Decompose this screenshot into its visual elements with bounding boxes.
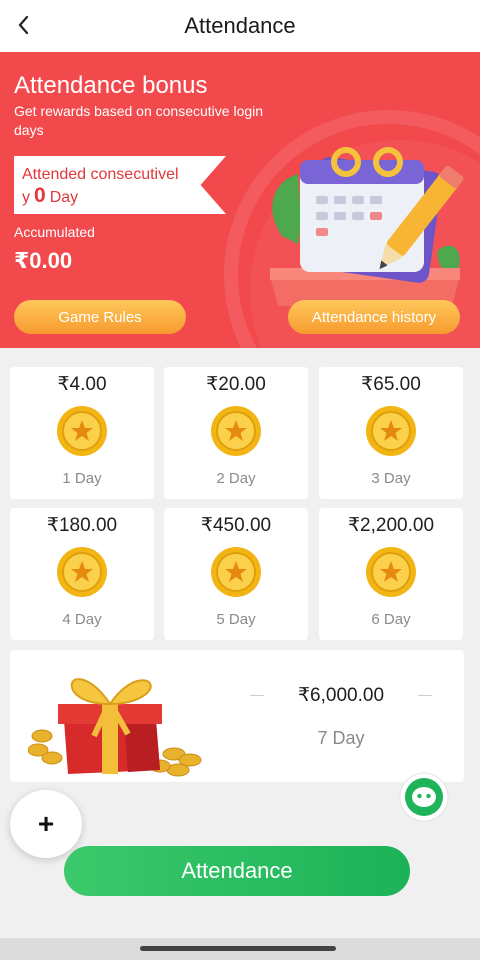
reward-card-day-3: ₹65.00 3 Day bbox=[319, 367, 463, 499]
reward-day-label: 7 Day bbox=[317, 728, 365, 748]
divider-dash bbox=[418, 695, 432, 696]
bonus-title: Attendance bonus bbox=[14, 72, 208, 99]
reward-amount: ₹2,200.00 bbox=[347, 515, 435, 536]
reward-amount: ₹20.00 bbox=[206, 374, 266, 395]
reward-card-day-4: ₹180.00 4 Day bbox=[10, 508, 154, 640]
page-title: Attendance bbox=[184, 13, 296, 38]
divider-dash bbox=[250, 695, 264, 696]
coin-star-icon bbox=[366, 406, 416, 456]
reward-card-day-6: ₹2,200.00 6 Day bbox=[319, 508, 463, 640]
reward-day-label: 5 Day bbox=[216, 611, 256, 628]
attendance-button[interactable]: Attendance bbox=[64, 846, 410, 896]
reward-amount-text: ₹6,000.00 bbox=[297, 685, 385, 706]
coin-star-icon bbox=[57, 406, 107, 456]
calendar-pencil-icon bbox=[270, 147, 464, 306]
coin-star-icon bbox=[211, 547, 261, 597]
reward-amount: ₹4.00 bbox=[57, 374, 107, 395]
reward-day-label: 1 Day bbox=[62, 470, 102, 487]
reward-amount: ₹65.00 bbox=[361, 374, 421, 395]
chat-bubble-icon[interactable] bbox=[396, 772, 452, 822]
accumulated-value: ₹0.00 bbox=[14, 248, 73, 273]
back-button[interactable] bbox=[10, 10, 38, 40]
streak-suffix: Day bbox=[49, 189, 79, 206]
reward-amount: ₹450.00 bbox=[200, 515, 272, 536]
reward-day-label: 6 Day bbox=[371, 611, 411, 628]
home-indicator[interactable] bbox=[140, 946, 336, 951]
coin-star-icon bbox=[366, 547, 416, 597]
streak-box: Attended consecutivel y 0 Day bbox=[14, 156, 226, 214]
attendance-history-button[interactable]: Attendance history bbox=[288, 300, 460, 334]
reward-card-day-1: ₹4.00 1 Day bbox=[10, 367, 154, 499]
reward-day-label: 4 Day bbox=[62, 611, 102, 628]
attendance-banner: Attendance bonus Get rewards based on co… bbox=[0, 52, 480, 348]
streak-count: 0 bbox=[34, 184, 46, 207]
reward-card-day-7: ₹6,000.00 7 Day bbox=[10, 650, 464, 782]
plus-button[interactable]: + bbox=[10, 790, 82, 858]
accumulated-label: Accumulated bbox=[14, 224, 95, 240]
gift-box-icon bbox=[28, 678, 202, 777]
chevron-left-icon bbox=[18, 15, 29, 35]
reward-amount: ₹180.00 bbox=[46, 515, 118, 536]
reward-card-day-2: ₹20.00 2 Day bbox=[164, 367, 308, 499]
top-bar: Attendance bbox=[0, 0, 480, 52]
coin-star-icon bbox=[211, 406, 261, 456]
reward-card-day-5: ₹450.00 5 Day bbox=[164, 508, 308, 640]
reward-day-label: 3 Day bbox=[371, 470, 411, 487]
game-rules-button[interactable]: Game Rules bbox=[14, 300, 186, 334]
reward-amount: ₹6,000.00 bbox=[250, 684, 432, 707]
reward-day-label: 2 Day bbox=[216, 470, 256, 487]
bonus-subtitle: Get rewards based on consecutive login d… bbox=[14, 103, 264, 138]
coin-star-icon bbox=[57, 547, 107, 597]
